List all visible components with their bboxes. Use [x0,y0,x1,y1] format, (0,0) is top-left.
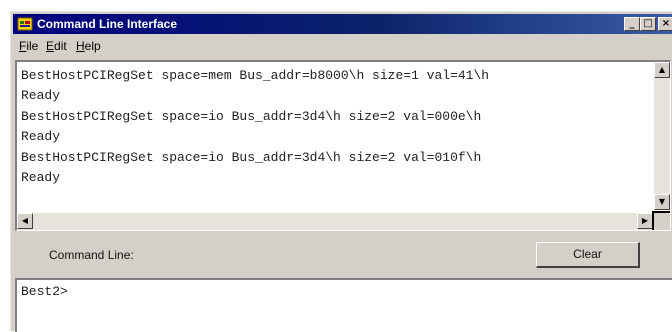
menu-file[interactable]: File [19,39,38,53]
vertical-scrollbar[interactable]: ▲ ▼ [654,62,670,210]
resize-grip[interactable] [652,211,670,230]
scroll-down-icon[interactable]: ▼ [654,194,670,210]
output-log: BestHostPCIRegSet space=mem Bus_addr=b80… [21,66,649,210]
horizontal-scrollbar[interactable]: ◀ ▶ [17,213,653,230]
app-icon [17,17,33,31]
output-line: BestHostPCIRegSet space=io Bus_addr=3d4\… [21,149,482,165]
clear-button[interactable]: Clear [536,242,640,268]
output-line: BestHostPCIRegSet space=mem Bus_addr=b80… [21,68,490,83]
menu-help[interactable]: Help [76,39,101,53]
scroll-up-icon[interactable]: ▲ [654,62,670,78]
output-line: Ready [21,170,61,186]
command-line-window: Command Line Interface _ □ × File Edit H… [10,11,672,332]
minimize-button[interactable]: _ [624,17,640,31]
command-line-label: Command Line: [49,248,134,262]
menu-edit[interactable]: Edit [46,39,67,53]
title-bar[interactable]: Command Line Interface _ □ × [13,14,672,34]
window-title: Command Line Interface [37,17,178,31]
output-line: BestHostPCIRegSet space=io Bus_addr=3d4\… [21,108,482,124]
command-prompt: Best2> [21,284,68,299]
output-line: Ready [21,129,61,145]
scroll-left-icon[interactable]: ◀ [17,213,33,229]
output-panel[interactable]: BestHostPCIRegSet space=mem Bus_addr=b80… [15,60,671,231]
scroll-right-icon[interactable]: ▶ [637,213,653,229]
output-line: Ready [21,88,61,104]
menu-bar: File Edit Help [13,36,672,56]
close-button[interactable]: × [658,17,672,31]
command-input[interactable]: Best2> [15,278,672,332]
maximize-button[interactable]: □ [640,17,656,31]
